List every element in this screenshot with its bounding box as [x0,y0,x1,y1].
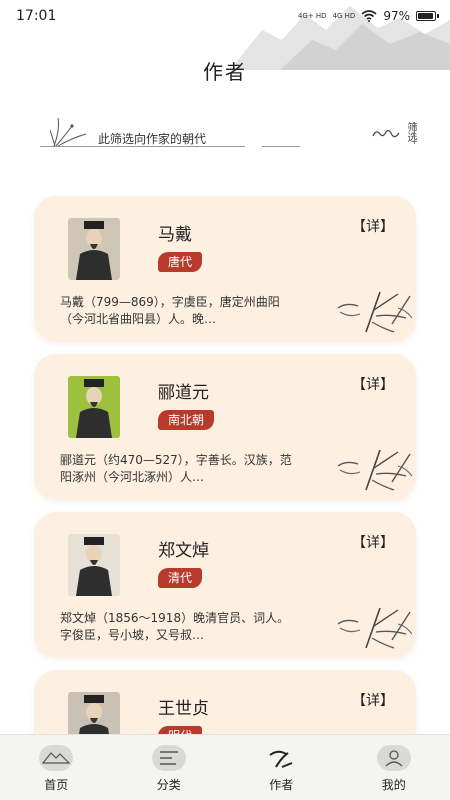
nav-item-profile[interactable]: 我的 [354,735,434,800]
author-bio: 郑文焯（1856～1918）晚清官员、词人。字俊臣，号小坡，又号叔… [60,611,290,642]
detail-link[interactable]: 【详】 [352,374,394,394]
author-portrait [68,218,120,280]
nav-item-mountain[interactable]: 首页 [16,735,96,800]
orchid-icon [50,117,87,147]
bamboo-decoration [337,449,412,491]
author-name: 郑文焯 [158,541,209,561]
detail-link[interactable]: 【详】 [352,216,394,236]
detail-link[interactable]: 【详】 [352,532,394,552]
battery-icon [416,11,439,21]
author-portrait [68,534,120,596]
portrait-image [68,376,120,438]
filter-hint: 此筛选向作家的朝代 [98,132,207,146]
author-card-2[interactable]: 郦道元 【详】 南北朝 郦道元（约470—527），字善长。汉族，范阳涿州（今河… [34,354,416,500]
author-name: 郦道元 [158,383,209,403]
mountain-icon [39,745,74,771]
network-indicator-1: 4G+ HD [297,12,327,20]
page-title: 作者 [203,60,247,84]
nav-item-brush[interactable]: 作者 [241,735,321,800]
filter-button-rule [414,122,415,144]
profile-icon [376,745,411,771]
dynasty-badge: 唐代 [158,252,203,272]
brush-icon [264,745,298,771]
portrait-image [68,534,120,596]
bamboo-decoration [337,607,412,649]
author-bio: 郦道元（约470—527），字善长。汉族，范阳涿州（今河北涿州）人… [60,453,292,484]
nav-item-category[interactable]: 分类 [129,735,209,800]
nav-label: 作者 [269,778,294,792]
filter-divider-short [262,146,300,147]
author-name: 王世贞 [158,699,209,719]
nav-label: 首页 [44,778,69,792]
filter-button[interactable]: 筛选 [372,120,422,148]
category-icon [151,745,186,771]
battery-percent: 97% [383,9,410,23]
dynasty-badge: 清代 [158,568,203,588]
portrait-image [68,218,120,280]
wifi-icon [361,10,377,22]
author-bio: 马戴（799—869），字虞臣，唐定州曲阳（今河北省曲阳县）人。晚… [60,295,280,326]
dynasty-filter-bar: 此筛选向作家的朝代 筛选 [40,116,420,150]
author-list: 马戴 【详】 唐代 马戴（799—869），字虞臣，唐定州曲阳（今河北省曲阳县）… [34,196,416,800]
status-time: 17:01 [16,8,57,24]
bamboo-decoration [337,291,412,333]
status-bar: 17:01 4G+ HD 4G HD 97% [0,0,450,32]
network-indicator-2: 4G HD [332,12,356,20]
battery-level [418,13,434,19]
nav-label: 我的 [381,778,406,792]
nav-label: 分类 [156,778,181,792]
filter-divider [40,146,245,147]
detail-link[interactable]: 【详】 [352,690,394,710]
author-card-1[interactable]: 马戴 【详】 唐代 马戴（799—869），字虞臣，唐定州曲阳（今河北省曲阳县）… [34,196,416,342]
calligraphy-icon [372,129,400,138]
author-name: 马戴 [158,225,192,245]
author-portrait [68,376,120,438]
author-card-3[interactable]: 郑文焯 【详】 清代 郑文焯（1856～1918）晚清官员、词人。字俊臣，号小坡… [34,512,416,658]
dynasty-badge: 南北朝 [158,410,215,430]
bottom-navigation: 首页 分类 作者 我的 [0,734,450,800]
status-icons: 4G+ HD 4G HD 97% [297,9,439,23]
